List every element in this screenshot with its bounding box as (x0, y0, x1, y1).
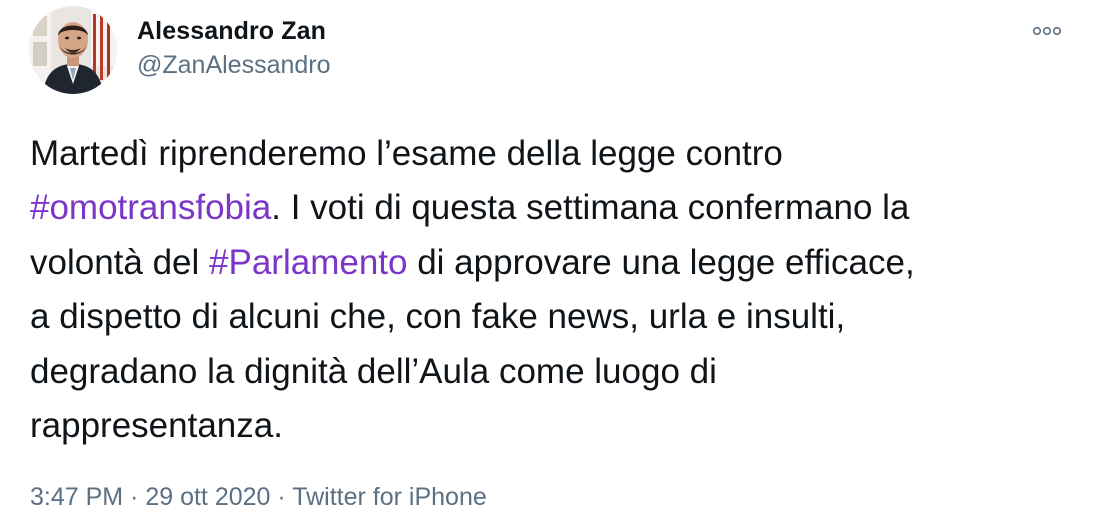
tweet-text-segment: . I voti di questa settimana confermano … (271, 188, 910, 228)
tweet-source-link[interactable]: Twitter for iPhone (292, 483, 487, 511)
separator: · (270, 483, 293, 511)
tweet-text-line: rappresentanza. (30, 406, 283, 446)
more-options-icon (1032, 26, 1062, 36)
tweet-text-line: volontà del #Parlamento di approvare una… (30, 236, 1080, 290)
profile-photo-icon (29, 6, 117, 94)
tweet-metadata: 3:47 PM · 29 ott 2020 · Twitter for iPho… (30, 480, 487, 514)
tweet-card: Alessandro Zan @ZanAlessandro Martedì ri… (0, 0, 1094, 532)
user-handle[interactable]: @ZanAlessandro (137, 48, 331, 82)
tweet-text-segment: di approvare una legge efficace, (407, 242, 915, 282)
tweet-text-line: Martedì riprenderemo l’esame della legge… (30, 134, 783, 173)
tweet-date[interactable]: 29 ott 2020 (145, 483, 270, 511)
tweet-time[interactable]: 3:47 PM (30, 483, 123, 511)
more-options-button[interactable] (1030, 20, 1064, 42)
author-block[interactable]: Alessandro Zan @ZanAlessandro (137, 14, 331, 82)
hashtag-link[interactable]: #omotransfobia (30, 188, 271, 227)
hashtag-link[interactable]: #Parlamento (209, 243, 407, 282)
avatar[interactable] (29, 6, 117, 94)
separator: · (123, 483, 146, 511)
tweet-text-line: a dispetto di alcuni che, con fake news,… (30, 297, 846, 337)
tweet-text-line: degradano la dignità dell’Aula come luog… (30, 351, 717, 391)
display-name[interactable]: Alessandro Zan (137, 14, 331, 48)
tweet-text-segment: volontà del (30, 242, 210, 282)
tweet-text: Martedì riprenderemo l’esame della legge… (30, 127, 1080, 453)
tweet-text-line: #omotransfobia. I voti di questa settima… (30, 181, 1080, 235)
